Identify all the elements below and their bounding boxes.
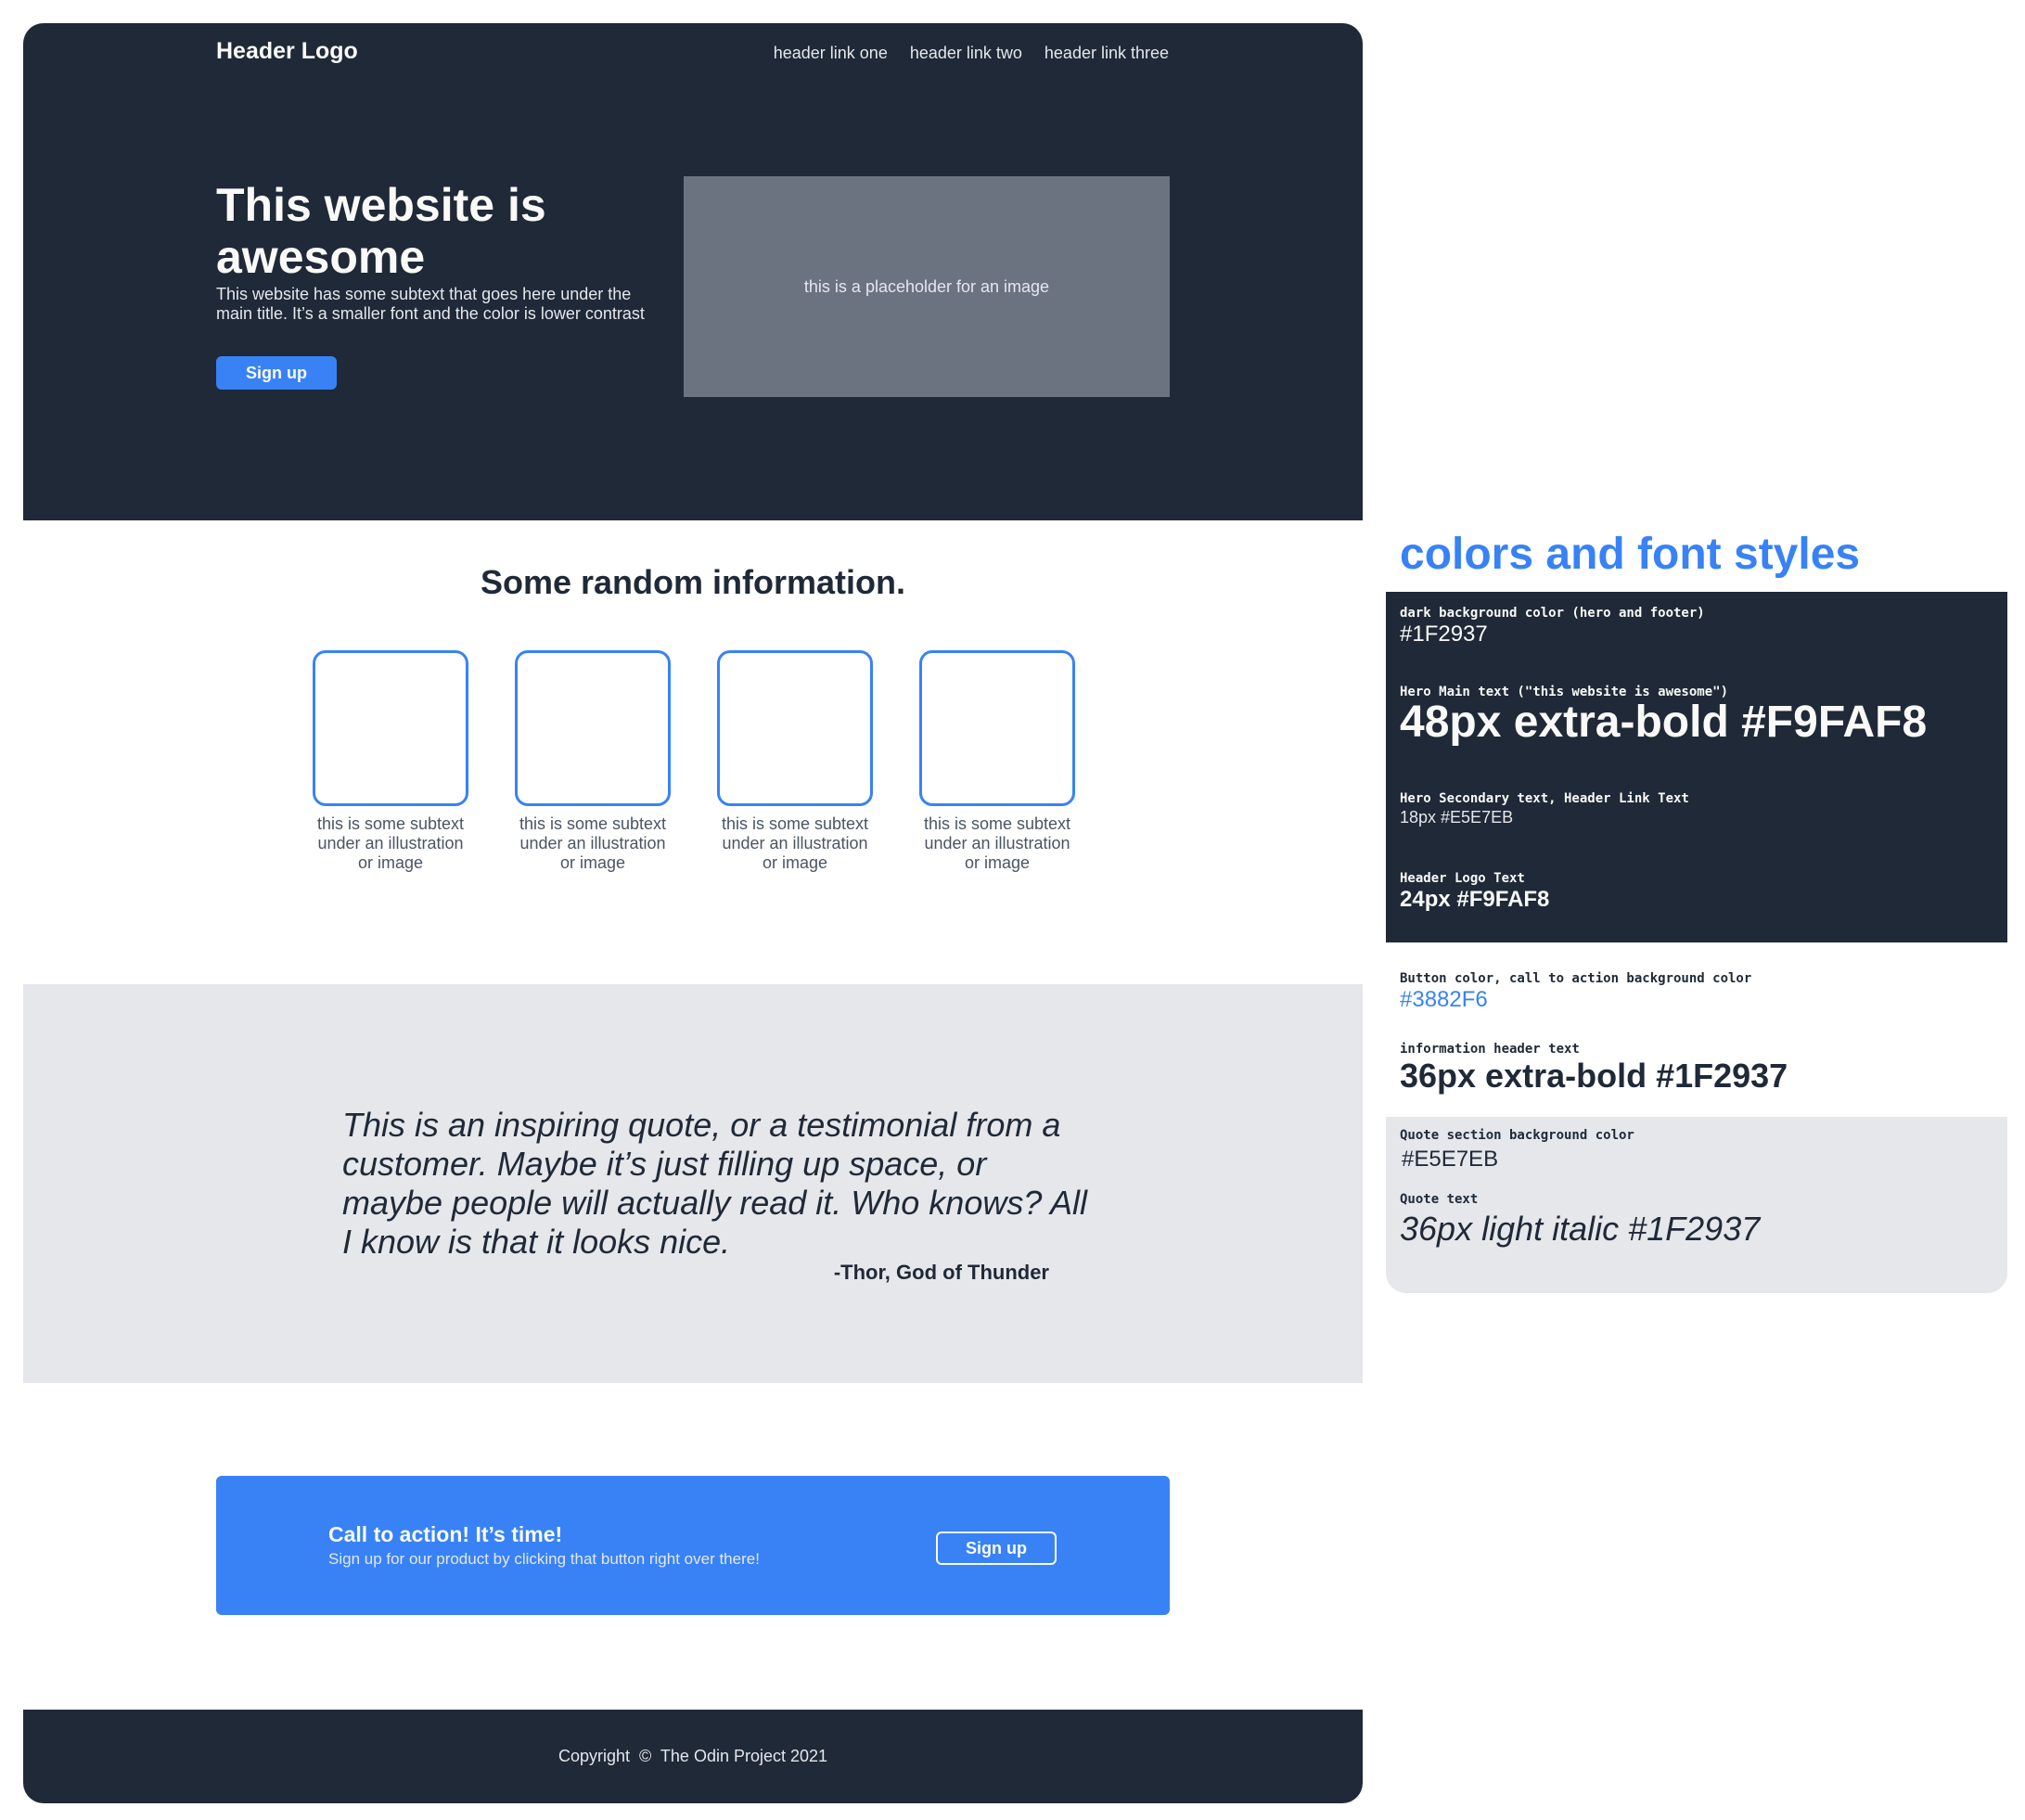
hero-secondary-value: 18px #E5E7EB	[1400, 808, 1514, 827]
info-header-value: 36px extra-bold #1F2937	[1400, 1057, 1788, 1095]
website-mockup: Header Logo header link one header link …	[23, 23, 1363, 1803]
header-link-one[interactable]: header link one	[774, 44, 888, 63]
illustration-box	[313, 650, 468, 806]
header-link-three[interactable]: header link three	[1045, 44, 1169, 63]
dark-bg-value: #1F2937	[1400, 622, 1488, 647]
dark-bg-label: dark background color (hero and footer)	[1400, 606, 1705, 621]
quote-bg-value: #E5E7EB	[1402, 1147, 1499, 1172]
quote-text-value: 36px light italic #1F2937	[1400, 1210, 1761, 1248]
cta-signup-button[interactable]: Sign up	[936, 1532, 1057, 1565]
button-color-label: Button color, call to action background …	[1400, 971, 1752, 986]
button-color-value: #3882F6	[1400, 987, 1488, 1012]
illustration-box	[515, 650, 671, 806]
hero-section: Header Logo header link one header link …	[23, 23, 1363, 520]
info-card: this is some subtext under an illustrati…	[717, 650, 873, 873]
hero-signup-button[interactable]: Sign up	[216, 356, 337, 390]
hero-subtext: This website has some subtext that goes …	[216, 285, 645, 323]
style-guide-dark-panel: dark background color (hero and footer) …	[1386, 592, 2007, 942]
info-card-text: this is some subtext under an illustrati…	[316, 814, 465, 872]
footer: Copyright © The Odin Project 2021	[23, 1710, 1363, 1803]
header-logo-value: 24px #F9FAF8	[1400, 887, 1550, 912]
call-to-action-section: Call to action! It’s time! Sign up for o…	[216, 1476, 1170, 1615]
header-logo[interactable]: Header Logo	[216, 38, 358, 65]
quote-text-label: Quote text	[1400, 1192, 1479, 1207]
illustration-box	[717, 650, 873, 806]
cta-subtext: Sign up for our product by clicking that…	[328, 1550, 760, 1568]
quote-text: This is an inspiring quote, or a testimo…	[342, 1106, 1088, 1261]
info-card: this is some subtext under an illustrati…	[515, 650, 671, 873]
info-card: this is some subtext under an illustrati…	[919, 650, 1075, 873]
info-card-text: this is some subtext under an illustrati…	[721, 814, 869, 872]
hero-secondary-label: Hero Secondary text, Header Link Text	[1400, 791, 1689, 806]
style-guide-title: colors and font styles	[1400, 530, 1861, 579]
info-card-text: this is some subtext under an illustrati…	[519, 814, 667, 872]
info-card-text: this is some subtext under an illustrati…	[923, 814, 1071, 872]
info-header: Some random information.	[480, 563, 906, 601]
info-header-label: information header text	[1400, 1042, 1580, 1057]
header-logo-label: Header Logo Text	[1400, 871, 1525, 886]
style-guide-quote-panel: Quote section background color #E5E7EB Q…	[1386, 1117, 2007, 1293]
info-card: this is some subtext under an illustrati…	[313, 650, 468, 873]
illustration-box	[919, 650, 1075, 806]
header-link-two[interactable]: header link two	[910, 44, 1022, 63]
header-nav: header link one header link two header l…	[774, 44, 1169, 63]
hero-title: This website is awesome	[216, 179, 546, 283]
hero-image-placeholder: this is a placeholder for an image	[684, 176, 1170, 397]
quote-section: This is an inspiring quote, or a testimo…	[23, 984, 1363, 1383]
quote-bg-label: Quote section background color	[1400, 1128, 1634, 1143]
footer-copyright: Copyright © The Odin Project 2021	[558, 1747, 828, 1765]
hero-image-placeholder-label: this is a placeholder for an image	[803, 276, 1050, 296]
quote-author: -Thor, God of Thunder	[833, 1261, 1049, 1284]
cta-title: Call to action! It’s time!	[328, 1522, 563, 1546]
hero-main-value: 48px extra-bold #F9FAF8	[1400, 698, 1928, 747]
style-guide-light-panel: Button color, call to action background …	[1386, 942, 2007, 1117]
